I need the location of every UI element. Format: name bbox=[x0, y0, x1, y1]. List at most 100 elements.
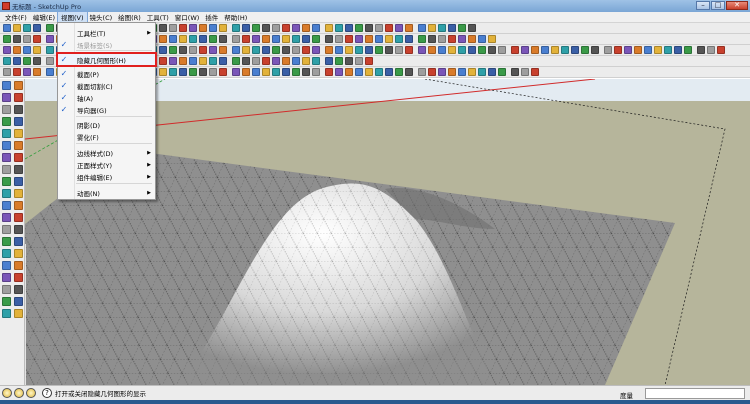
toolbar-tool-icon[interactable] bbox=[46, 46, 54, 54]
toolbar-tool-icon[interactable] bbox=[531, 46, 539, 54]
toolbar-tool-icon[interactable] bbox=[335, 46, 343, 54]
toolbar-tool-icon[interactable] bbox=[375, 46, 383, 54]
toolbar-tool-icon[interactable] bbox=[199, 46, 207, 54]
toolbar-tool-icon[interactable] bbox=[282, 57, 290, 65]
toolbar-tool-icon[interactable] bbox=[521, 46, 529, 54]
toolbar-tool-icon[interactable] bbox=[169, 24, 177, 32]
view-menu-item-3[interactable]: ✓ 截面(P) bbox=[58, 68, 155, 79]
toolbar-tool-icon[interactable] bbox=[3, 35, 11, 43]
view-menu-item-12[interactable]: 动画(N) ▶ bbox=[58, 187, 155, 198]
toolbar-tool-icon[interactable] bbox=[199, 35, 207, 43]
palette-tool-icon[interactable] bbox=[14, 141, 23, 150]
toolbar-tool-icon[interactable] bbox=[325, 35, 333, 43]
toolbar-tool-icon[interactable] bbox=[189, 24, 197, 32]
palette-tool-icon[interactable] bbox=[14, 117, 23, 126]
toolbar-tool-icon[interactable] bbox=[395, 24, 403, 32]
toolbar-tool-icon[interactable] bbox=[189, 57, 197, 65]
toolbar-tool-icon[interactable] bbox=[488, 46, 496, 54]
toolbar-tool-icon[interactable] bbox=[33, 68, 41, 76]
toolbar-tool-icon[interactable] bbox=[448, 68, 456, 76]
toolbar-tool-icon[interactable] bbox=[179, 68, 187, 76]
toolbar-tool-icon[interactable] bbox=[511, 68, 519, 76]
toolbar-tool-icon[interactable] bbox=[428, 46, 436, 54]
toolbar-tool-icon[interactable] bbox=[13, 46, 21, 54]
palette-tool-icon[interactable] bbox=[14, 225, 23, 234]
toolbar-tool-icon[interactable] bbox=[262, 24, 270, 32]
palette-tool-icon[interactable] bbox=[14, 165, 23, 174]
toolbar-tool-icon[interactable] bbox=[664, 46, 672, 54]
toolbar-tool-icon[interactable] bbox=[674, 46, 682, 54]
toolbar-tool-icon[interactable] bbox=[355, 68, 363, 76]
toolbar-tool-icon[interactable] bbox=[355, 24, 363, 32]
palette-tool-icon[interactable] bbox=[14, 81, 23, 90]
toolbar-tool-icon[interactable] bbox=[438, 35, 446, 43]
toolbar-tool-icon[interactable] bbox=[375, 35, 383, 43]
toolbar-tool-icon[interactable] bbox=[282, 68, 290, 76]
toolbar-tool-icon[interactable] bbox=[511, 46, 519, 54]
minimize-button[interactable]: – bbox=[696, 1, 710, 10]
toolbar-tool-icon[interactable] bbox=[312, 35, 320, 43]
toolbar-tool-icon[interactable] bbox=[13, 57, 21, 65]
toolbar-tool-icon[interactable] bbox=[252, 35, 260, 43]
palette-tool-icon[interactable] bbox=[14, 249, 23, 258]
toolbar-tool-icon[interactable] bbox=[335, 68, 343, 76]
palette-tool-icon[interactable] bbox=[2, 201, 11, 210]
toolbar-tool-icon[interactable] bbox=[209, 57, 217, 65]
toolbar-tool-icon[interactable] bbox=[717, 46, 725, 54]
user-icon[interactable] bbox=[26, 388, 36, 398]
toolbar-tool-icon[interactable] bbox=[13, 24, 21, 32]
palette-tool-icon[interactable] bbox=[14, 213, 23, 222]
palette-tool-icon[interactable] bbox=[2, 285, 11, 294]
palette-tool-icon[interactable] bbox=[14, 189, 23, 198]
toolbar-tool-icon[interactable] bbox=[219, 24, 227, 32]
toolbar-tool-icon[interactable] bbox=[219, 35, 227, 43]
toolbar-tool-icon[interactable] bbox=[242, 35, 250, 43]
palette-tool-icon[interactable] bbox=[14, 93, 23, 102]
toolbar-tool-icon[interactable] bbox=[219, 68, 227, 76]
palette-tool-icon[interactable] bbox=[14, 201, 23, 210]
toolbar-tool-icon[interactable] bbox=[292, 57, 300, 65]
toolbar-tool-icon[interactable] bbox=[614, 46, 622, 54]
toolbar-tool-icon[interactable] bbox=[282, 46, 290, 54]
toolbar-tool-icon[interactable] bbox=[282, 24, 290, 32]
toolbar-tool-icon[interactable] bbox=[385, 35, 393, 43]
toolbar-tool-icon[interactable] bbox=[242, 24, 250, 32]
toolbar-tool-icon[interactable] bbox=[13, 68, 21, 76]
palette-tool-icon[interactable] bbox=[14, 237, 23, 246]
toolbar-tool-icon[interactable] bbox=[405, 46, 413, 54]
palette-tool-icon[interactable] bbox=[14, 297, 23, 306]
toolbar-tool-icon[interactable] bbox=[405, 24, 413, 32]
toolbar-tool-icon[interactable] bbox=[209, 68, 217, 76]
toolbar-tool-icon[interactable] bbox=[438, 46, 446, 54]
palette-tool-icon[interactable] bbox=[14, 105, 23, 114]
menu-item-6[interactable]: 窗口(W) bbox=[172, 12, 203, 22]
toolbar-tool-icon[interactable] bbox=[654, 46, 662, 54]
toolbar-tool-icon[interactable] bbox=[199, 57, 207, 65]
toolbar-tool-icon[interactable] bbox=[428, 24, 436, 32]
toolbar-tool-icon[interactable] bbox=[697, 46, 705, 54]
toolbar-tool-icon[interactable] bbox=[365, 35, 373, 43]
toolbar-tool-icon[interactable] bbox=[428, 68, 436, 76]
toolbar-tool-icon[interactable] bbox=[23, 35, 31, 43]
menu-item-4[interactable]: 绘图(R) bbox=[115, 12, 144, 22]
toolbar-tool-icon[interactable] bbox=[209, 24, 217, 32]
close-button[interactable]: ✕ bbox=[726, 1, 748, 10]
toolbar-tool-icon[interactable] bbox=[395, 35, 403, 43]
toolbar-tool-icon[interactable] bbox=[179, 35, 187, 43]
toolbar-tool-icon[interactable] bbox=[292, 68, 300, 76]
toolbar-tool-icon[interactable] bbox=[23, 46, 31, 54]
toolbar-tool-icon[interactable] bbox=[46, 57, 54, 65]
toolbar-tool-icon[interactable] bbox=[448, 35, 456, 43]
toolbar-tool-icon[interactable] bbox=[385, 46, 393, 54]
palette-tool-icon[interactable] bbox=[2, 237, 11, 246]
toolbar-tool-icon[interactable] bbox=[405, 35, 413, 43]
toolbar-tool-icon[interactable] bbox=[624, 46, 632, 54]
palette-tool-icon[interactable] bbox=[2, 153, 11, 162]
toolbar-tool-icon[interactable] bbox=[428, 35, 436, 43]
toolbar-tool-icon[interactable] bbox=[684, 46, 692, 54]
toolbar-tool-icon[interactable] bbox=[252, 46, 260, 54]
toolbar-tool-icon[interactable] bbox=[232, 24, 240, 32]
palette-tool-icon[interactable] bbox=[14, 285, 23, 294]
toolbar-tool-icon[interactable] bbox=[521, 68, 529, 76]
toolbar-tool-icon[interactable] bbox=[345, 68, 353, 76]
